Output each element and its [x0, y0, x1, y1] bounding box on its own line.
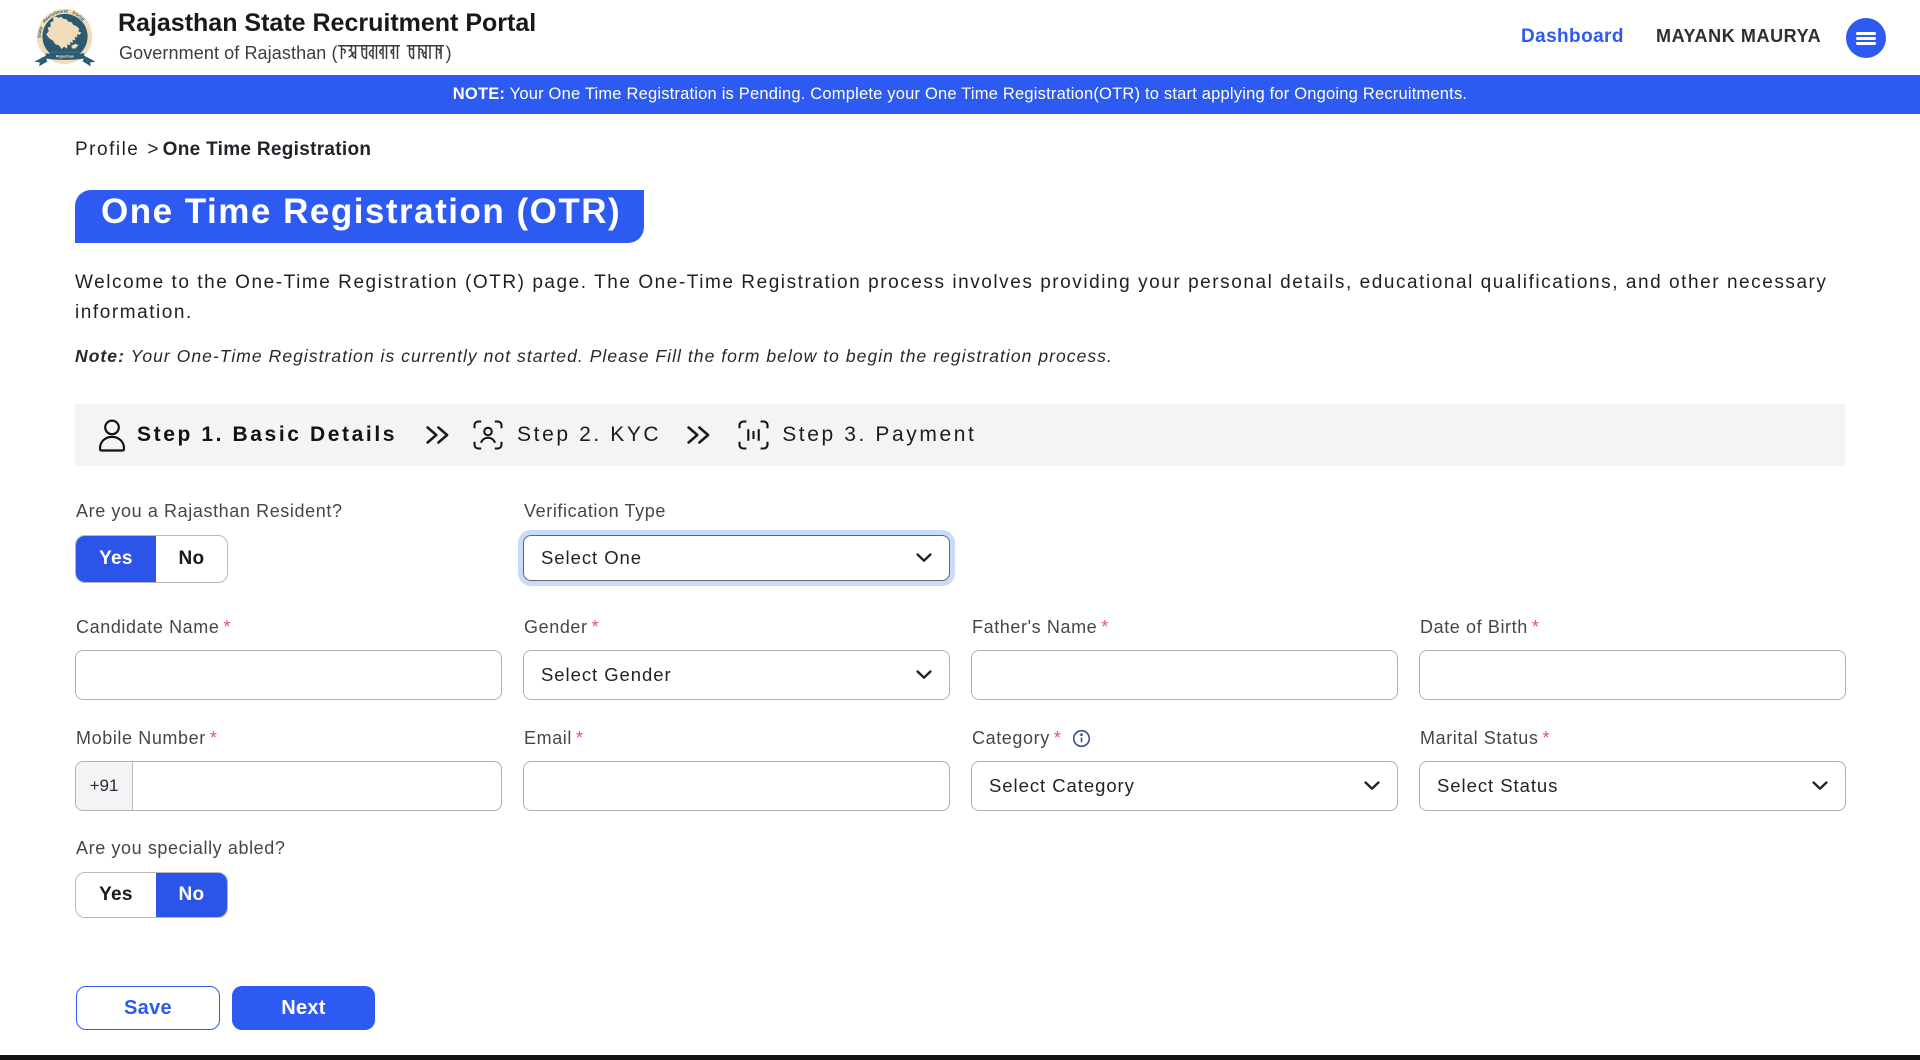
svg-text:Rajasthan: Rajasthan [56, 54, 75, 59]
